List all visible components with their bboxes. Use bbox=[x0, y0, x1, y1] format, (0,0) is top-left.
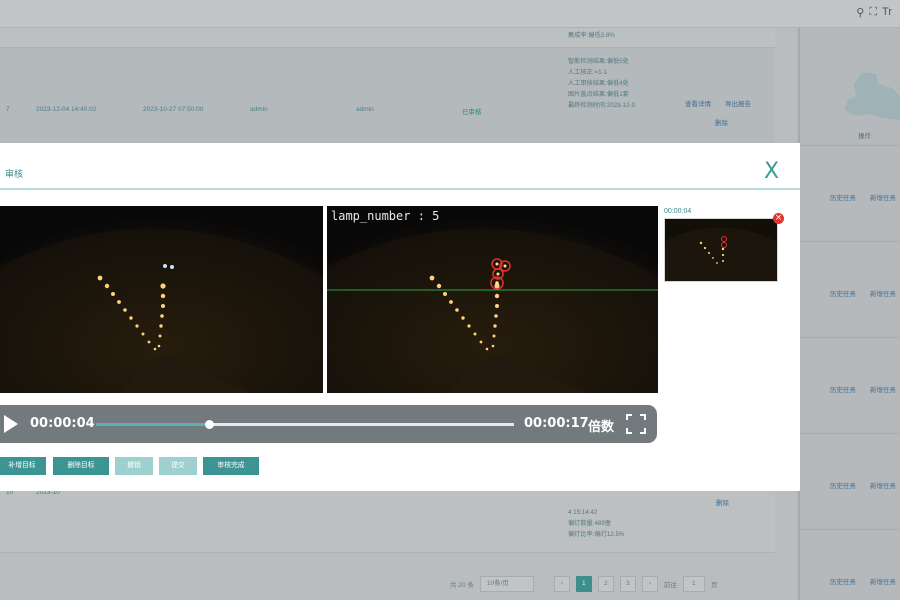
font-size-icon[interactable]: Tr bbox=[882, 6, 892, 19]
pagination: 共 20 条 10条/页 ‹ 1 2 3 › 前往 1 页 bbox=[450, 576, 717, 592]
row-index: 7 bbox=[6, 106, 10, 113]
table-row-7: 7 2023-12-04 14:40:02 2023-10-27 07:50:0… bbox=[0, 48, 775, 144]
tunnel-scene bbox=[327, 206, 658, 393]
history-task-link[interactable]: 历史任务 bbox=[830, 576, 856, 586]
playback-speed-button[interactable]: 倍数 bbox=[588, 416, 614, 435]
goto-suffix: 页 bbox=[710, 582, 718, 589]
export-report-link[interactable]: 导出报告 bbox=[725, 98, 751, 108]
operation-column-header: 操作 bbox=[858, 133, 871, 140]
info-line: 图片盖点结果:偏低1套 bbox=[568, 91, 629, 98]
next-page-button[interactable]: › bbox=[641, 576, 658, 592]
thumbnail-time: 00:00:04 bbox=[664, 208, 692, 215]
info-line: 最终检测时间:2023-12-0 bbox=[568, 102, 636, 109]
info-line: 偏灯数量:489盏 bbox=[568, 520, 611, 527]
row-time-1: 2023-12-04 14:40:02 bbox=[36, 106, 97, 113]
video-controls: 00:00:04 00:00:17 倍数 bbox=[0, 405, 657, 443]
row-info: 智能检测结果:偏低5处 人工核正:=1-1 人工审核结果:偏低4处 图片盖点结果… bbox=[568, 56, 635, 111]
side-row: 历史任务 新增任务 bbox=[800, 242, 900, 338]
annotated-video[interactable]: lamp_number : 5 bbox=[327, 206, 658, 393]
fullscreen-icon[interactable] bbox=[626, 414, 646, 434]
delete-target-button[interactable]: 删除目标 bbox=[53, 457, 109, 475]
page-2-button[interactable]: 2 bbox=[597, 576, 614, 592]
table-row-10: 10 2023-10 4 15:14:42 偏灯数量:489盏 偏灯比率:偏灯1… bbox=[0, 489, 775, 553]
new-task-link[interactable]: 新增任务 bbox=[870, 288, 896, 298]
original-video[interactable] bbox=[0, 206, 323, 393]
new-task-link[interactable]: 新增任务 bbox=[870, 480, 896, 490]
dialog-header: 审核 X bbox=[0, 143, 800, 190]
history-task-link[interactable]: 历史任务 bbox=[830, 288, 856, 298]
info-line: 人工审核结果:偏低4处 bbox=[568, 80, 629, 87]
delete-link[interactable]: 删除 bbox=[715, 117, 728, 127]
page-1-button[interactable]: 1 bbox=[575, 576, 592, 592]
history-task-link[interactable]: 历史任务 bbox=[830, 480, 856, 490]
total-time: 00:00:17 bbox=[524, 416, 589, 431]
info-line: 人工核正:=1-1 bbox=[568, 69, 608, 76]
finish-review-button[interactable]: 审核完成 bbox=[203, 457, 259, 475]
row-time-2: 2023-10-27 07:50:00 bbox=[143, 106, 204, 113]
fullscreen-icon[interactable]: ⛶ bbox=[869, 6, 877, 19]
history-task-link[interactable]: 历史任务 bbox=[830, 384, 856, 394]
dialog-title: 审核 bbox=[5, 169, 24, 179]
delete-thumbnail-icon[interactable]: × bbox=[773, 213, 784, 224]
view-detail-link[interactable]: 查看详情 bbox=[685, 98, 711, 108]
progress-handle[interactable] bbox=[204, 420, 214, 429]
top-tools: ⚲ ⛶ Tr bbox=[856, 6, 892, 19]
info-line: 4 15:14:42 bbox=[568, 509, 598, 516]
search-icon[interactable]: ⚲ bbox=[856, 6, 864, 19]
undo-button[interactable]: 撤销 bbox=[115, 457, 153, 475]
submit-button[interactable]: 提交 bbox=[159, 457, 197, 475]
goto-page-input[interactable]: 1 bbox=[682, 576, 705, 592]
thumbnail-image[interactable] bbox=[664, 218, 778, 282]
info-line: 偏灯比率:偏灯12.5% bbox=[568, 531, 625, 538]
delete-link[interactable]: 删除 bbox=[716, 497, 729, 507]
keyframe-thumbnail[interactable]: 00:00:04 bbox=[664, 208, 780, 284]
side-row: 历史任务 新增任务 bbox=[800, 434, 900, 530]
tunnel-scene bbox=[665, 219, 777, 281]
side-row: 历史任务 新增任务 bbox=[800, 338, 900, 434]
info-line: 智能检测结果:偏低5处 bbox=[568, 58, 629, 65]
page-3-button[interactable]: 3 bbox=[619, 576, 636, 592]
row-info: 4 15:14:42 偏灯数量:489盏 偏灯比率:偏灯12.5% bbox=[568, 507, 624, 540]
new-task-link[interactable]: 新增任务 bbox=[870, 384, 896, 394]
play-icon[interactable] bbox=[4, 415, 18, 433]
table-row: 集成率:偏低3.8% bbox=[0, 28, 775, 48]
tunnel-scene bbox=[0, 206, 323, 393]
row-status: 已审核 bbox=[462, 109, 482, 116]
new-task-link[interactable]: 新增任务 bbox=[870, 576, 896, 586]
side-row: 历史任务 新增任务 bbox=[800, 146, 900, 242]
region-map-icon bbox=[844, 72, 900, 120]
prev-page-button[interactable]: ‹ bbox=[553, 576, 570, 592]
row-user-2: admin bbox=[356, 106, 374, 113]
total-count: 共 20 条 bbox=[450, 582, 474, 589]
top-bar: ⚲ ⛶ Tr bbox=[0, 0, 900, 28]
history-task-link[interactable]: 历史任务 bbox=[830, 192, 856, 202]
goto-label: 前往 bbox=[663, 582, 677, 589]
current-time: 00:00:04 bbox=[30, 416, 95, 431]
progress-fill bbox=[96, 423, 209, 426]
close-icon[interactable]: X bbox=[764, 159, 779, 185]
page-size-select[interactable]: 10条/页 bbox=[479, 576, 534, 592]
progress-slider[interactable] bbox=[96, 420, 514, 429]
row-info-line: 集成率:偏低3.8% bbox=[568, 32, 615, 39]
add-target-button[interactable]: 补增目标 bbox=[0, 457, 46, 475]
side-row: 历史任务 新增任务 bbox=[800, 530, 900, 600]
row-user-1: admin bbox=[250, 106, 268, 113]
new-task-link[interactable]: 新增任务 bbox=[870, 192, 896, 202]
lamp-count-overlay: lamp_number : 5 bbox=[331, 209, 440, 223]
